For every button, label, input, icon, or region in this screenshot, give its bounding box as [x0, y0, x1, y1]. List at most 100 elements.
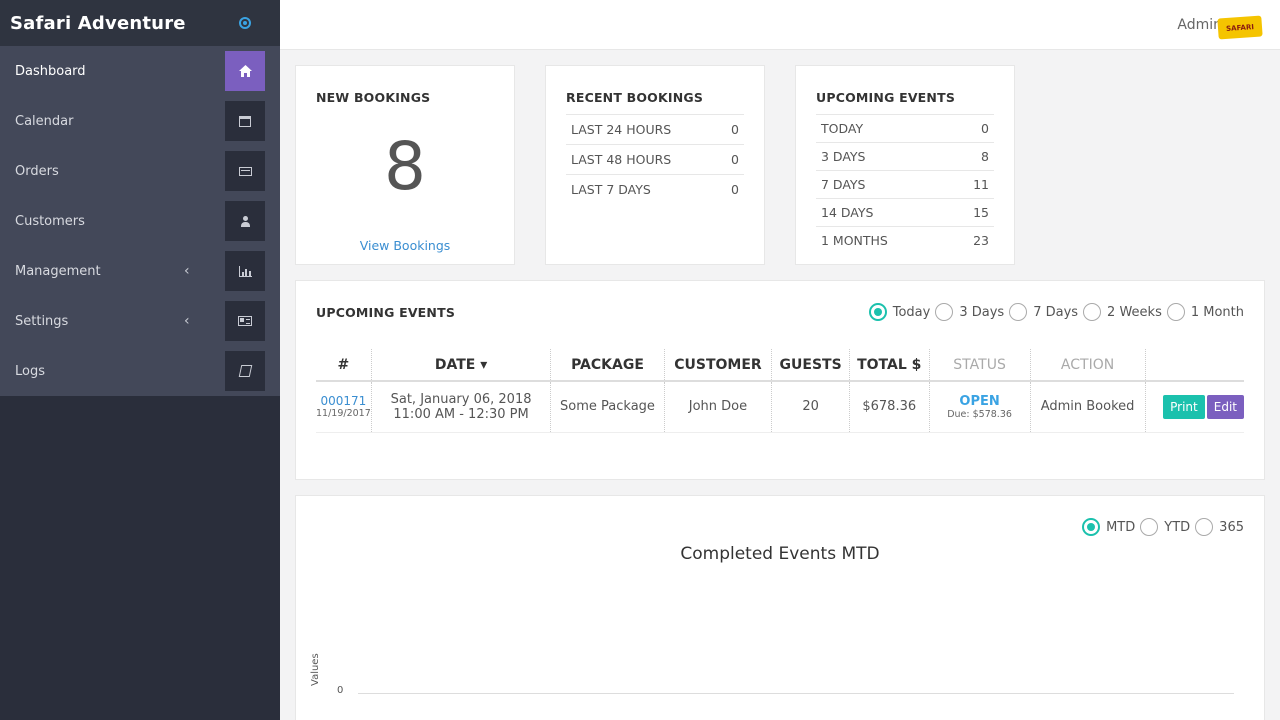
radio-icon [1009, 303, 1028, 321]
radio-icon [1195, 518, 1214, 536]
filter-365-radio[interactable]: 365 [1195, 518, 1244, 536]
user-menu[interactable]: Admin [1177, 17, 1222, 33]
table-row: TODAY 0 [816, 114, 994, 143]
filter-ytd-radio[interactable]: YTD [1140, 518, 1190, 536]
filter-2-weeks-radio[interactable]: 2 Weeks [1083, 303, 1162, 321]
radio-label: 2 Weeks [1107, 304, 1162, 320]
filter-mtd-radio[interactable]: MTD [1082, 518, 1135, 536]
top-bar: Admin Safari [280, 0, 1280, 50]
events-range-filter: Today 3 Days 7 Days 2 Weeks 1 Month [864, 303, 1244, 321]
brand-bar: Safari Adventure [0, 0, 280, 46]
radio-selected-icon [868, 303, 887, 321]
column-header-total[interactable]: TOTAL $ [849, 349, 930, 382]
radio-label: MTD [1106, 519, 1136, 535]
calendar-icon [225, 101, 265, 141]
row-value: 0 [719, 174, 744, 204]
sidebar-item-calendar[interactable]: Calendar [0, 96, 280, 146]
column-header-package[interactable]: PACKAGE [550, 349, 665, 382]
column-header-buttons [1145, 349, 1244, 382]
sidebar-item-orders[interactable]: Orders [0, 146, 280, 196]
sidebar-item-customers[interactable]: Customers [0, 196, 280, 246]
sidebar-item-dashboard[interactable]: Dashboard [0, 46, 280, 96]
table-row: LAST 24 HOURS 0 [566, 114, 744, 145]
filter-1-month-radio[interactable]: 1 Month [1166, 303, 1244, 321]
event-date: Sat, January 06, 2018 [390, 391, 532, 407]
row-value: 11 [949, 170, 994, 199]
sidebar-item-label: Management [15, 263, 101, 279]
book-icon [225, 351, 265, 391]
buttons-cell: Print Edit [1145, 381, 1244, 433]
column-header-action: ACTION [1030, 349, 1146, 382]
edit-button[interactable]: Edit [1206, 394, 1244, 419]
table-row: LAST 7 DAYS 0 [566, 174, 744, 204]
event-time: 11:00 AM - 12:30 PM [393, 406, 529, 422]
panel-title: UPCOMING EVENTS [316, 305, 456, 320]
table-row: LAST 48 HOURS 0 [566, 144, 744, 175]
row-label: LAST 48 HOURS [566, 144, 720, 175]
filter-7-days-radio[interactable]: 7 Days [1009, 303, 1078, 321]
table-header-row: # DATE ▾ PACKAGE CUSTOMER GUESTS TOTAL $… [316, 349, 1244, 382]
y-tick-label: 0 [337, 685, 344, 696]
column-header-customer[interactable]: CUSTOMER [664, 349, 773, 382]
sidebar-item-settings[interactable]: Settings ‹ [0, 296, 280, 346]
sidebar-item-logs[interactable]: Logs [0, 346, 280, 396]
row-value: 0 [949, 114, 994, 143]
column-header-number[interactable]: # [316, 349, 372, 382]
completed-range-filter: MTD YTD 365 [1077, 518, 1244, 536]
radio-icon [935, 303, 954, 321]
app-title: Safari Adventure [10, 12, 186, 34]
card-title: UPCOMING EVENTS [816, 90, 956, 105]
row-value: 0 [719, 114, 744, 145]
row-label: 3 DAYS [816, 142, 950, 171]
row-value: 0 [719, 144, 744, 175]
radio-label: 3 Days [959, 304, 1005, 320]
radio-selected-icon [1082, 518, 1101, 536]
column-header-guests[interactable]: GUESTS [771, 349, 850, 382]
row-label: LAST 7 DAYS [566, 174, 720, 204]
customer-cell: John Doe [664, 381, 773, 433]
radio-icon [1140, 518, 1159, 536]
chart-title: Completed Events MTD [680, 544, 880, 564]
sidebar-toggle-icon[interactable] [239, 17, 251, 29]
bar-chart-icon [225, 251, 265, 291]
user-avatar-logo[interactable]: Safari [1217, 15, 1263, 40]
recent-bookings-table: LAST 24 HOURS 0 LAST 48 HOURS 0 LAST 7 D… [566, 114, 744, 204]
sidebar-item-label: Calendar [15, 113, 74, 129]
sidebar-item-label: Dashboard [15, 63, 86, 79]
card-title: RECENT BOOKINGS [566, 90, 704, 105]
sidebar: Safari Adventure Dashboard Calendar Orde… [0, 0, 280, 720]
column-header-status: STATUS [929, 349, 1031, 382]
action-cell: Admin Booked [1030, 381, 1146, 433]
print-button[interactable]: Print [1163, 394, 1205, 419]
upcoming-events-panel: UPCOMING EVENTS Today 3 Days 7 Days 2 We… [295, 280, 1265, 480]
row-value: 15 [949, 198, 994, 227]
guests-cell: 20 [771, 381, 850, 433]
new-bookings-card: NEW BOOKINGS 8 View Bookings [295, 65, 515, 265]
column-label: DATE [434, 356, 476, 373]
filter-3-days-radio[interactable]: 3 Days [935, 303, 1004, 321]
table-row: 000171 11/19/2017 Sat, January 06, 2018 … [316, 381, 1244, 433]
radio-label: 1 Month [1190, 304, 1244, 320]
view-bookings-link[interactable]: View Bookings [296, 238, 514, 253]
chevron-left-icon: ‹ [184, 263, 190, 279]
sidebar-item-management[interactable]: Management ‹ [0, 246, 280, 296]
id-card-icon [225, 301, 265, 341]
home-icon [225, 51, 265, 91]
column-header-date[interactable]: DATE ▾ [371, 349, 552, 382]
order-id-link[interactable]: 000171 [316, 394, 371, 408]
package-cell: Some Package [550, 381, 665, 433]
row-label: 1 MONTHS [816, 226, 950, 254]
row-value: 8 [949, 142, 994, 171]
recent-bookings-card: RECENT BOOKINGS LAST 24 HOURS 0 LAST 48 … [545, 65, 765, 265]
order-date: 11/19/2017 [316, 408, 371, 420]
row-value: 23 [949, 226, 994, 254]
amount-due: Due: $578.36 [947, 408, 1012, 420]
status-badge: OPEN [959, 393, 1000, 409]
row-label: TODAY [816, 114, 950, 143]
chevron-left-icon: ‹ [184, 313, 190, 329]
user-icon [225, 201, 265, 241]
radio-label: Today [892, 304, 931, 320]
status-cell: OPEN Due: $578.36 [929, 381, 1031, 433]
filter-today-radio[interactable]: Today [868, 303, 931, 321]
radio-label: YTD [1164, 519, 1191, 535]
